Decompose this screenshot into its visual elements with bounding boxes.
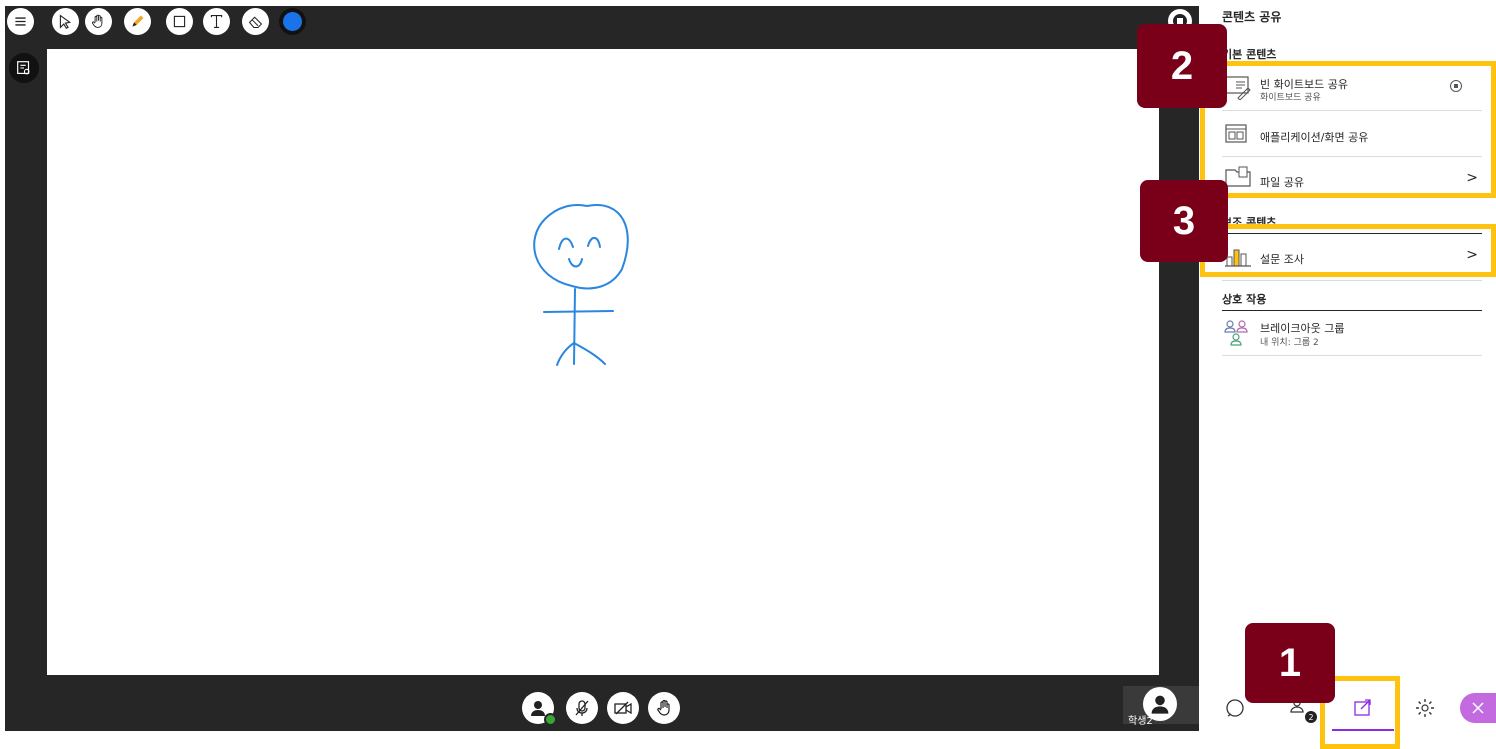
rectangle-icon[interactable]: [166, 8, 193, 35]
select-icon[interactable]: [52, 8, 79, 35]
self-name-label: 학생2: [1128, 716, 1153, 727]
my-status-avatar[interactable]: [522, 692, 557, 726]
close-panel-icon[interactable]: [1460, 693, 1496, 723]
step-badge-2: 2: [1137, 24, 1227, 108]
secondary-content-heading: 보조 콘텐츠: [1222, 214, 1482, 234]
text-icon[interactable]: [203, 8, 230, 35]
share-whiteboard-sublabel: 화이트보드 공유: [1260, 93, 1321, 103]
chevron-right-icon: >: [1466, 247, 1478, 263]
poll-item[interactable]: 설문 조사 >: [1222, 235, 1482, 281]
share-file-label: 파일 공유: [1260, 176, 1304, 189]
share-whiteboard-item[interactable]: 빈 화이트보드 공유 화이트보드 공유: [1222, 66, 1482, 111]
step-badge-1: 1: [1245, 623, 1335, 703]
primary-content-heading: 기본 콘텐츠: [1222, 46, 1482, 66]
share-application-item[interactable]: 애플리케이션/화면 공유: [1222, 111, 1482, 157]
share-application-label: 애플리케이션/화면 공유: [1260, 131, 1369, 144]
folder-icon: [1224, 164, 1252, 192]
color-icon[interactable]: [279, 8, 306, 35]
board-view-icon[interactable]: [9, 53, 39, 83]
eraser-icon[interactable]: [242, 8, 269, 35]
microphone-off-icon[interactable]: [566, 692, 598, 724]
pencil-icon[interactable]: [124, 8, 151, 35]
stick-figure-drawing: [533, 203, 629, 366]
pan-icon[interactable]: [85, 8, 112, 35]
panel-title: 콘텐츠 공유: [1222, 10, 1282, 24]
poll-chart-icon: [1224, 245, 1254, 275]
settings-gear-icon[interactable]: [1410, 693, 1440, 723]
status-check-icon: [544, 713, 557, 726]
self-video-tile: 학생2: [1123, 686, 1199, 727]
raise-hand-icon[interactable]: [648, 692, 680, 724]
application-screen-icon: [1224, 123, 1248, 149]
share-file-item[interactable]: 파일 공유 >: [1222, 157, 1482, 196]
breakout-groups-icon: [1224, 318, 1254, 352]
camera-off-icon[interactable]: [607, 692, 639, 724]
poll-label: 설문 조사: [1260, 253, 1304, 266]
active-tab-indicator: [1332, 729, 1394, 731]
step-badge-3: 3: [1140, 180, 1228, 262]
breakout-location-label: 내 위치: 그룹 2: [1260, 338, 1319, 348]
breakout-groups-item[interactable]: 브레이크아웃 그룹 내 위치: 그룹 2: [1222, 311, 1482, 356]
whiteboard-state-icon[interactable]: [1450, 80, 1462, 92]
breakout-groups-label: 브레이크아웃 그룹: [1260, 322, 1345, 335]
chevron-right-icon: >: [1466, 170, 1478, 186]
share-content-icon[interactable]: [1348, 693, 1378, 723]
whiteboard-canvas[interactable]: [47, 49, 1159, 675]
main-stage: 학생2: [5, 6, 1199, 731]
whiteboard-icon: [1224, 74, 1252, 104]
attendee-count-badge: 2: [1305, 711, 1317, 723]
interaction-heading: 상호 작용: [1222, 291, 1482, 311]
menu-icon[interactable]: [7, 8, 34, 35]
